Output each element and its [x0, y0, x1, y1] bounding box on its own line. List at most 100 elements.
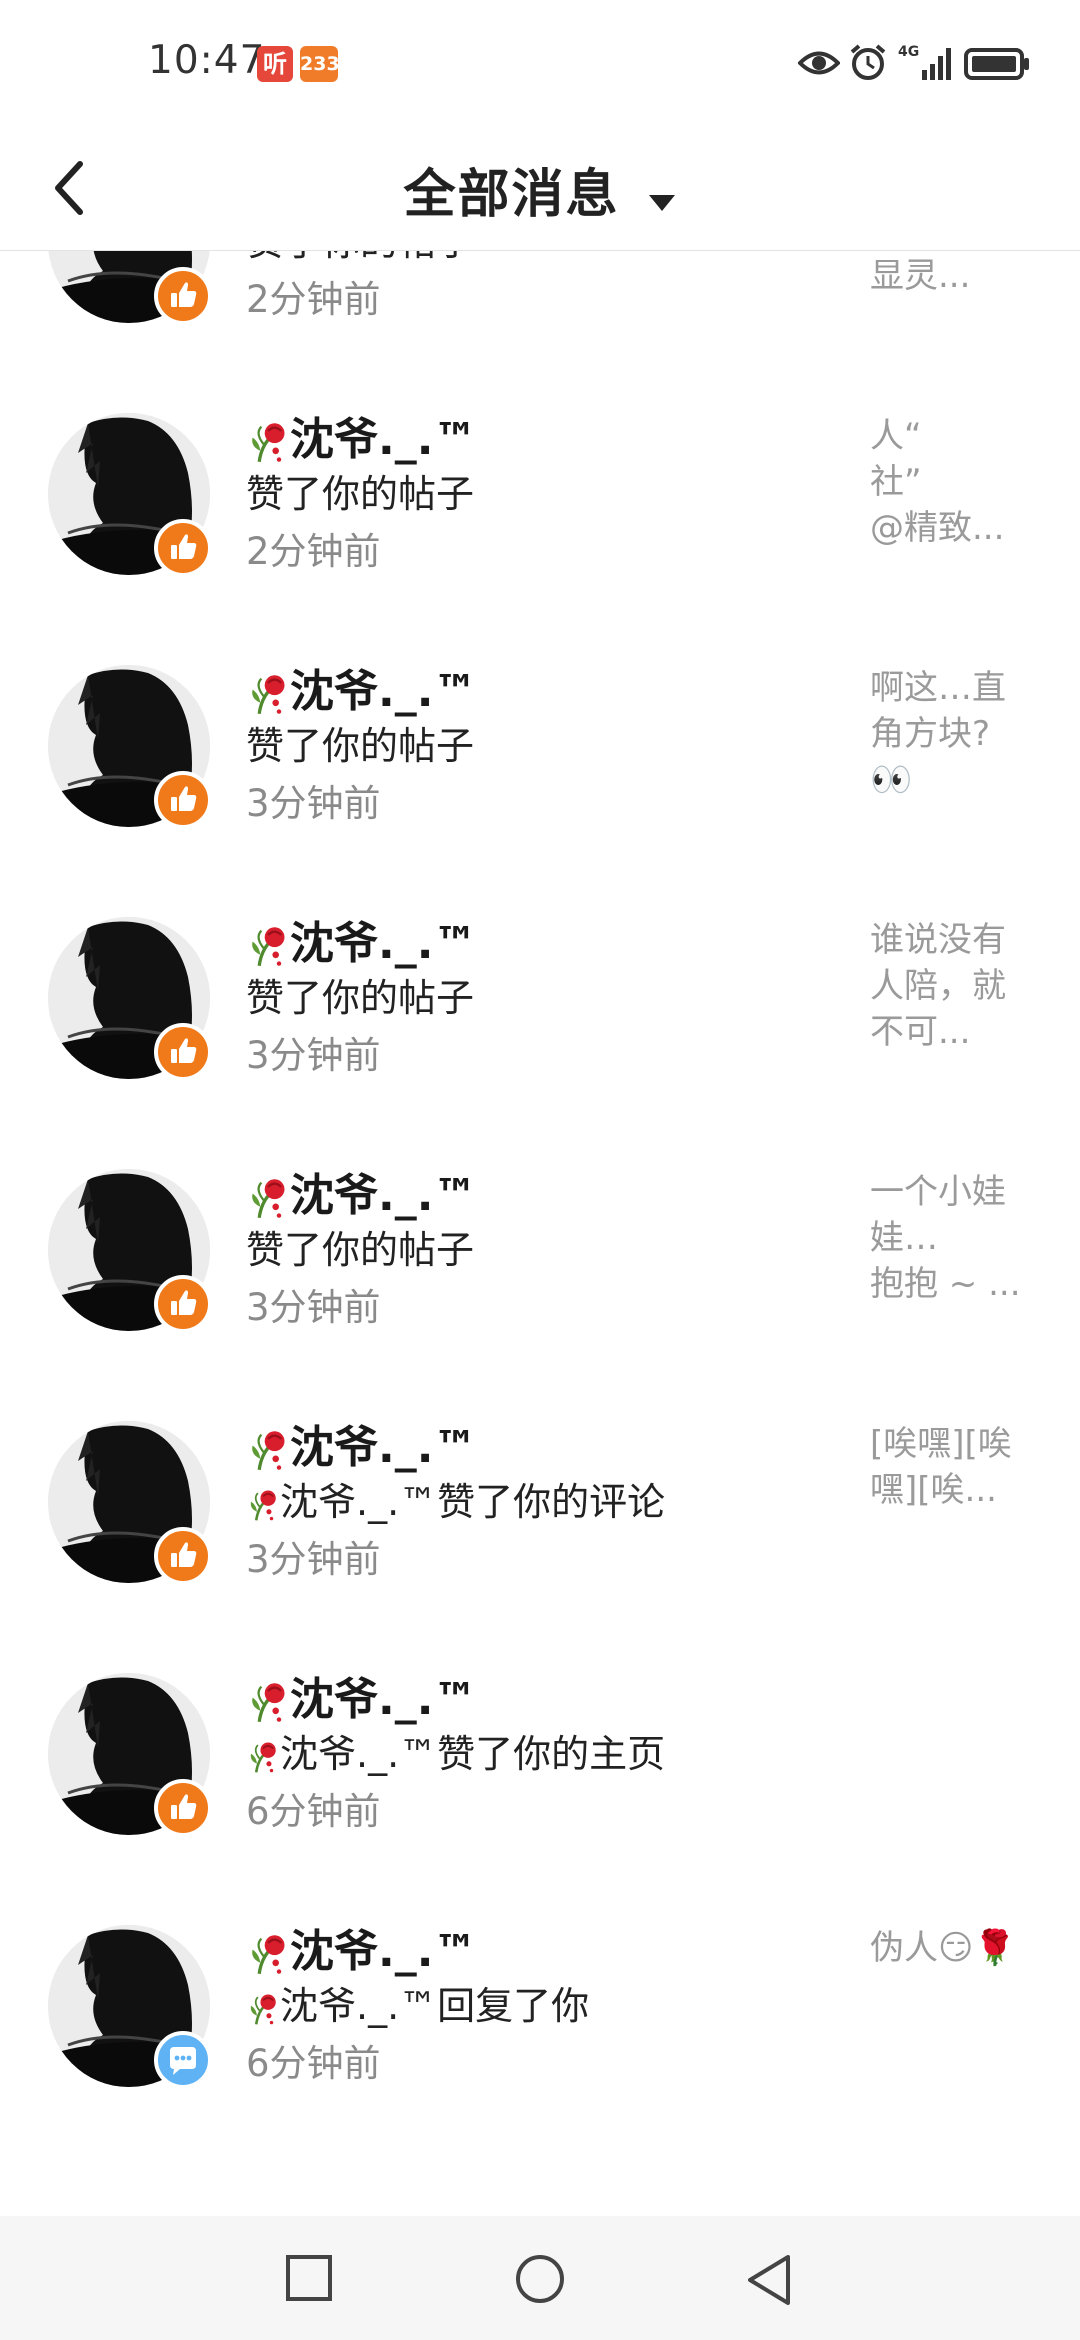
page-title: 全部消息 [403, 165, 620, 225]
action-text: 赞了你的帖子 [246, 251, 474, 266]
post-preview[interactable]: 啊这…直角方块? 👀 [870, 665, 1030, 803]
preview-line: 啊这…直 [870, 668, 1006, 708]
signal-4g-icon: 4G [898, 44, 951, 80]
action-text-value: 赞了你的帖子 [246, 724, 475, 768]
timestamp: 2分钟前 [246, 278, 381, 321]
status-time: 10:47 [148, 38, 266, 83]
preview-line: 角方块? [870, 714, 991, 754]
wilted-rose-icon [252, 1431, 285, 1471]
system-nav-bar [0, 2216, 1080, 2340]
wilted-rose-icon [250, 1994, 276, 2024]
recent-apps-icon[interactable] [284, 2253, 334, 2303]
message-item[interactable]: 沈爷._.™ 赞了你的帖子 3分钟前 谁说没有人陪，就不可... [0, 917, 1080, 1169]
user-name-text: 沈爷._.™ [290, 1422, 478, 1473]
caret-down-icon [648, 194, 675, 211]
like-badge [154, 771, 212, 829]
status-bar: 10:47 听 233 4G [0, 0, 1080, 130]
wilted-rose-icon [252, 1179, 285, 1219]
timestamp: 3分钟前 [246, 782, 381, 825]
preview-line: [唉嘿][唉 [870, 1424, 1012, 1464]
wilted-rose-icon [252, 927, 285, 967]
user-name[interactable]: 沈爷._.™ [246, 1663, 477, 1727]
user-name[interactable]: 沈爷._.™ [246, 907, 477, 971]
thumbs-up-icon [171, 1542, 197, 1567]
user-name[interactable]: 沈爷._.™ [246, 1915, 477, 1979]
ting-app-badge: 听 [257, 46, 293, 82]
preview-line: 👀 [870, 760, 913, 800]
title-dropdown[interactable]: 全部消息 [0, 152, 1080, 227]
like-badge [154, 1527, 212, 1585]
action-text: 沈爷._.™回复了你 [246, 1975, 589, 2030]
like-badge [154, 1779, 212, 1837]
preview-line: 人“ [870, 416, 922, 456]
game-233-badge: 233 [300, 46, 340, 82]
reply-badge [154, 2031, 212, 2089]
preview-line: 显灵... [870, 256, 971, 296]
post-preview[interactable]: 一个小娃 娃… 抱抱 ~ ... [870, 1169, 1030, 1307]
alarm-icon [850, 44, 886, 80]
timestamp: 2分钟前 [246, 530, 381, 573]
message-item[interactable]: 沈爷._.™ 沈爷._.™回复了你 6分钟前 伪人😏🌹 [0, 1925, 1080, 2177]
action-text: 沈爷._.™赞了你的评论 [246, 1471, 665, 1526]
like-badge [154, 1275, 212, 1333]
like-badge [154, 1023, 212, 1081]
user-name-text: 沈爷._.™ [290, 1674, 478, 1725]
action-text-value: 赞了你的帖子 [246, 251, 474, 264]
action-text-value: 赞了你的帖子 [246, 976, 475, 1020]
action-text-value: 沈爷._.™赞了你的评论 [280, 1480, 666, 1524]
wilted-rose-icon [252, 675, 285, 715]
post-preview[interactable]: 如意如意，快快显灵... [870, 251, 1030, 299]
home-icon[interactable] [514, 2253, 566, 2305]
message-list[interactable]: 沈爷._.™ 赞了你的帖子 2分钟前 如意如意，快快显灵... [0, 251, 1080, 2216]
preview-line: 娃… [870, 1218, 938, 1258]
user-name-text: 沈爷._.™ [290, 414, 478, 465]
thumbs-up-icon [171, 282, 197, 307]
wilted-rose-icon [252, 423, 285, 463]
post-preview[interactable]: 人“ 社” @精致... [870, 413, 1030, 551]
message-item[interactable]: 沈爷._.™ 赞了你的帖子 2分钟前 如意如意，快快显灵... [0, 251, 1080, 413]
post-preview[interactable]: 谁说没有人陪，就不可... [870, 917, 1030, 1055]
user-name[interactable]: 沈爷._.™ [246, 403, 477, 467]
timestamp: 6分钟前 [246, 2042, 381, 2085]
preview-line: 谁说没有 [870, 920, 1006, 960]
thumbs-up-icon [171, 1290, 197, 1315]
action-text-value: 沈爷._.™回复了你 [280, 1984, 590, 2028]
wilted-rose-icon [252, 1935, 285, 1975]
user-name[interactable]: 沈爷._.™ [246, 1411, 477, 1475]
user-name[interactable]: 沈爷._.™ [246, 1159, 477, 1223]
preview-line: 一个小娃 [870, 1172, 1006, 1212]
svg-text:4G: 4G [898, 44, 919, 60]
like-badge [154, 267, 212, 325]
action-text: 沈爷._.™赞了你的主页 [246, 1723, 665, 1778]
post-preview[interactable]: 伪人😏🌹 [870, 1925, 1030, 1971]
action-text-value: 沈爷._.™赞了你的主页 [280, 1732, 666, 1776]
timestamp: 3分钟前 [246, 1286, 381, 1329]
user-name-text: 沈爷._.™ [290, 918, 478, 969]
thumbs-up-icon [171, 1794, 197, 1819]
chat-bubble-icon [170, 2047, 196, 2075]
post-preview[interactable]: [唉嘿][唉 嘿][唉... [870, 1421, 1030, 1513]
message-item[interactable]: 沈爷._.™ 赞了你的帖子 3分钟前 啊这…直角方块? 👀 [0, 665, 1080, 917]
thumbs-up-icon [171, 786, 197, 811]
thumbs-up-icon [171, 534, 197, 559]
timestamp: 3分钟前 [246, 1034, 381, 1077]
message-item[interactable]: 沈爷._.™ 赞了你的帖子 2分钟前 人“ 社” @精致... [0, 413, 1080, 665]
action-text-value: 赞了你的帖子 [246, 472, 475, 516]
timestamp: 3分钟前 [246, 1538, 381, 1581]
message-item[interactable]: 沈爷._.™ 沈爷._.™赞了你的主页 6分钟前 [0, 1673, 1080, 1925]
action-text: 赞了你的帖子 [246, 1219, 474, 1274]
user-name[interactable]: 沈爷._.™ [246, 655, 477, 719]
back-triangle-icon[interactable] [744, 2253, 794, 2307]
user-name-text: 沈爷._.™ [290, 666, 478, 717]
action-text-value: 赞了你的帖子 [246, 1228, 475, 1272]
wilted-rose-icon [250, 1490, 276, 1520]
message-item[interactable]: 沈爷._.™ 沈爷._.™赞了你的评论 3分钟前 [唉嘿][唉 嘿][唉... [0, 1421, 1080, 1673]
preview-line: 不可... [870, 1012, 971, 1052]
message-item[interactable]: 沈爷._.™ 赞了你的帖子 3分钟前 一个小娃 娃… 抱抱 ~ ... [0, 1169, 1080, 1421]
action-text: 赞了你的帖子 [246, 463, 474, 518]
preview-line: 伪人😏🌹 [870, 1928, 1016, 1968]
preview-line: @精致... [870, 508, 1005, 548]
preview-line: 嘿][唉... [870, 1470, 997, 1510]
preview-line: 人陪，就 [870, 966, 1006, 1006]
user-name-text: 沈爷._.™ [290, 1170, 478, 1221]
